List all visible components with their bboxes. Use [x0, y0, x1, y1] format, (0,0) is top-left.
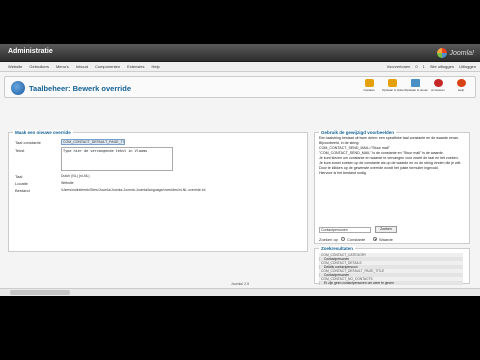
search-description: Een taalstring bestaat uit twee delen: e…: [319, 136, 469, 176]
save-button[interactable]: Opslaan: [359, 79, 379, 96]
scrollbar-thumb[interactable]: [10, 290, 70, 295]
joomla-logo-icon: [437, 48, 448, 58]
description-line: Hiervoor is het bestand nodig.: [319, 171, 367, 175]
cancel-icon: [433, 79, 443, 87]
results-legend: Zoekresultaten: [319, 246, 356, 251]
radio-value[interactable]: [373, 237, 377, 241]
menu-item-help[interactable]: Help: [151, 64, 159, 69]
page-toolbar: Taalbeheer: Bewerk override Opslaan Opsl…: [4, 76, 476, 98]
radio-constant[interactable]: [341, 237, 345, 241]
status-bar: Voorvertonen 0 1 Site uitloggen Uitlogge…: [387, 64, 476, 69]
status-preview[interactable]: Voorvertonen: [387, 64, 411, 69]
search-input[interactable]: Contactpersonen: [319, 227, 371, 233]
location-label: Locatie: [15, 181, 28, 186]
text-textarea[interactable]: Type hier de vervangende tekst in Vlaams: [61, 147, 173, 171]
save-close-icon: [387, 79, 397, 87]
results-panel: Zoekresultaten COM_CONTACT_CATEGORY Cont…: [314, 246, 470, 285]
help-button[interactable]: Help: [451, 79, 471, 96]
admin-menubar: Website Gebruikers Menu's Inhoud Compone…: [0, 62, 480, 72]
menu-item-components[interactable]: Componenten: [95, 64, 120, 69]
status-visitors: 0: [415, 64, 418, 69]
override-form-legend: Maak een nieuwe override: [13, 130, 73, 135]
joomla-logo-text: Joomla!: [449, 49, 474, 57]
menu-item-menus[interactable]: Menu's: [56, 64, 69, 69]
video-frame: Administratie Joomla! Website Gebruikers…: [0, 0, 480, 360]
cancel-label: Annuleren: [431, 88, 445, 92]
horizontal-scrollbar[interactable]: [0, 288, 480, 296]
language-manager-icon: [11, 81, 25, 95]
result-item[interactable]: COM_CONTACT_CATEGORY Contactpersonen: [319, 253, 463, 261]
save-new-label: Opslaan & nieuw: [405, 88, 428, 92]
language-value: Dutch (NL) (nl-NL): [61, 174, 90, 178]
footer-version: Joomla! 2.5: [230, 282, 250, 286]
menu-item-website[interactable]: Website: [8, 64, 22, 69]
admin-title: Administratie: [8, 48, 53, 55]
text-label: Tekst: [15, 148, 25, 153]
status-admins: 1: [422, 64, 425, 69]
search-button[interactable]: Zoeken: [375, 226, 397, 233]
search-panel: Gebruik de gewijzigd voorbeelden Een taa…: [314, 130, 470, 244]
file-label: Bestand: [15, 188, 30, 193]
save-close-button[interactable]: Opslaan & sluiten: [382, 79, 406, 96]
help-icon: [456, 79, 466, 87]
override-form: Maak een nieuwe override Taal constante …: [8, 130, 308, 252]
constant-label: Taal constante: [15, 140, 41, 145]
file-value: /Users/eulinkfreek/Sites/Joomla/Joomla-J…: [61, 188, 206, 192]
constant-input[interactable]: COM_CONTACT_DEFAULT_PAGE_TITLE: [61, 139, 125, 145]
save-icon: [364, 79, 374, 87]
admin-header: Administratie Joomla!: [0, 44, 480, 62]
save-new-icon: [410, 79, 420, 87]
cancel-button[interactable]: Annuleren: [428, 79, 448, 96]
result-item[interactable]: COM_CONTACT_DETAILS Details contactpersoo…: [319, 261, 463, 269]
save-close-label: Opslaan & sluiten: [382, 88, 406, 92]
menu-item-content[interactable]: Inhoud: [76, 64, 88, 69]
main-menu: Website Gebruikers Menu's Inhoud Compone…: [8, 64, 160, 69]
help-label: Help: [457, 88, 465, 92]
radio-constant-label: Constante: [347, 237, 366, 242]
search-type-label: Zoeken op: [319, 237, 338, 242]
status-site-logout[interactable]: Site uitloggen: [430, 64, 454, 69]
toolbar-buttons: Opslaan Opslaan & sluiten Opslaan & nieu…: [359, 79, 471, 96]
result-item[interactable]: COM_CONTACT_DEFAULT_PAGE_TITLE Contactper…: [319, 269, 463, 277]
menu-item-users[interactable]: Gebruikers: [29, 64, 49, 69]
browser-page: Administratie Joomla! Website Gebruikers…: [0, 44, 480, 296]
status-logout[interactable]: Uitloggen: [459, 64, 476, 69]
page-title: Taalbeheer: Bewerk override: [29, 84, 131, 93]
language-label: Taal: [15, 174, 23, 179]
save-button-label: Opslaan: [363, 88, 375, 92]
radio-value-label: Waarde: [379, 237, 393, 242]
location-value: Website: [61, 181, 74, 185]
search-panel-legend: Gebruik de gewijzigd voorbeelden: [319, 130, 397, 135]
joomla-logo: Joomla!: [437, 47, 474, 59]
menu-item-extensions[interactable]: Extensies: [127, 64, 144, 69]
save-new-button[interactable]: Opslaan & nieuw: [405, 79, 428, 96]
